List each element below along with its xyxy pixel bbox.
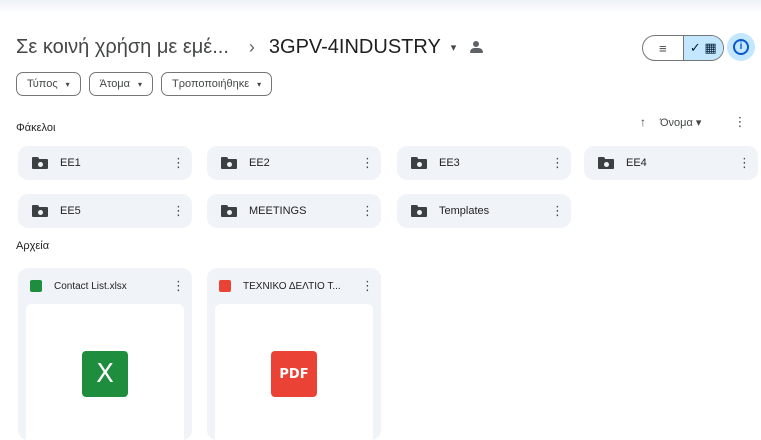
- file-card[interactable]: ΤΕΧΝΙΚΟ ΔΕΛΤΙΟ Τ... ⋮ PDF: [207, 268, 381, 440]
- shared-folder-icon: [411, 205, 427, 217]
- folder-item[interactable]: ΕΕ3 ⋮: [397, 146, 571, 180]
- grid-icon: ✓ ▦: [689, 40, 717, 55]
- details-button[interactable]: i: [727, 33, 755, 61]
- breadcrumb-current-folder[interactable]: 3GPV-4INDUSTRY ▾: [269, 36, 456, 59]
- spreadsheet-icon: [30, 280, 42, 292]
- grid-view-button[interactable]: ✓ ▦: [682, 36, 723, 60]
- chevron-down-icon: ▾: [695, 116, 702, 129]
- folder-name: MEETINGS: [249, 205, 307, 217]
- chip-label: Τύπος: [27, 78, 58, 90]
- files-section-label: Αρχεία: [16, 240, 50, 252]
- more-actions-icon[interactable]: ⋮: [172, 155, 185, 171]
- filter-people-chip[interactable]: Άτομα ▾: [88, 72, 154, 96]
- file-thumbnail: PDF: [215, 304, 373, 440]
- shared-folder-icon: [411, 157, 427, 169]
- info-icon: i: [733, 39, 749, 55]
- breadcrumb-separator: ›: [248, 36, 255, 57]
- more-actions-icon[interactable]: ⋮: [551, 203, 564, 219]
- shared-people-icon: [470, 41, 484, 53]
- more-actions-icon[interactable]: ⋮: [172, 278, 185, 294]
- folder-name: ΕΕ3: [439, 157, 460, 169]
- view-toggle: ≡ ✓ ▦: [642, 35, 724, 61]
- pdf-icon: [219, 280, 231, 292]
- file-card-header: ΤΕΧΝΙΚΟ ΔΕΛΤΙΟ Τ... ⋮: [207, 268, 381, 304]
- file-card[interactable]: Contact List.xlsx ⋮ X: [18, 268, 192, 440]
- breadcrumb-parent[interactable]: Σε κοινή χρήση με εμέ...: [16, 36, 229, 59]
- filter-modified-chip[interactable]: Τροποποιήθηκε ▾: [161, 72, 273, 96]
- chip-label: Τροποποιήθηκε: [172, 78, 250, 90]
- file-card-header: Contact List.xlsx ⋮: [18, 268, 192, 304]
- folder-name: ΕΕ4: [626, 157, 647, 169]
- pdf-large-icon: PDF: [271, 351, 317, 397]
- sort-direction-icon[interactable]: ↑: [640, 115, 646, 129]
- more-actions-icon[interactable]: ⋮: [551, 155, 564, 171]
- folder-item[interactable]: ΕΕ1 ⋮: [18, 146, 192, 180]
- list-icon: ≡: [658, 40, 667, 56]
- sort-controls: ↑ Όνομα ▾ ⋮: [640, 114, 746, 130]
- folder-name: Templates: [439, 205, 490, 217]
- folder-name: ΕΕ5: [60, 205, 81, 217]
- folder-item[interactable]: MEETINGS ⋮: [207, 194, 381, 228]
- folder-item[interactable]: ΕΕ2 ⋮: [207, 146, 381, 180]
- folder-name: ΕΕ2: [249, 157, 270, 169]
- more-actions-icon[interactable]: ⋮: [361, 155, 374, 171]
- shared-folder-icon: [598, 157, 614, 169]
- filter-chips: Τύπος ▾ Άτομα ▾ Τροποποιήθηκε ▾: [16, 72, 273, 96]
- more-actions-icon[interactable]: ⋮: [361, 278, 374, 294]
- more-options-icon[interactable]: ⋮: [733, 114, 746, 130]
- filter-type-chip[interactable]: Τύπος ▾: [16, 72, 81, 96]
- more-actions-icon[interactable]: ⋮: [172, 203, 185, 219]
- top-bar-fade: [0, 0, 761, 14]
- chevron-down-icon: ▾: [450, 41, 457, 54]
- chip-label: Άτομα: [99, 78, 131, 90]
- chevron-down-icon: ▾: [65, 79, 70, 89]
- list-view-button[interactable]: ≡: [643, 36, 683, 60]
- shared-folder-icon: [32, 205, 48, 217]
- folders-section-label: Φάκελοι: [16, 122, 56, 134]
- shared-folder-icon: [221, 205, 237, 217]
- file-thumbnail: X: [26, 304, 184, 440]
- current-folder-title: 3GPV-4INDUSTRY: [268, 35, 441, 58]
- folder-item[interactable]: ΕΕ4 ⋮: [584, 146, 758, 180]
- excel-icon: X: [82, 351, 128, 397]
- more-actions-icon[interactable]: ⋮: [361, 203, 374, 219]
- folder-item[interactable]: ΕΕ5 ⋮: [18, 194, 192, 228]
- chevron-down-icon: ▾: [138, 79, 143, 89]
- more-actions-icon[interactable]: ⋮: [738, 155, 751, 171]
- shared-folder-icon: [32, 157, 48, 169]
- sort-by-button[interactable]: Όνομα ▾: [660, 116, 701, 129]
- file-name: ΤΕΧΝΙΚΟ ΔΕΛΤΙΟ Τ...: [243, 280, 341, 292]
- folder-item[interactable]: Templates ⋮: [397, 194, 571, 228]
- chevron-down-icon: ▾: [257, 79, 262, 89]
- folder-name: ΕΕ1: [60, 157, 81, 169]
- shared-folder-icon: [221, 157, 237, 169]
- sort-label: Όνομα: [660, 116, 693, 129]
- file-name: Contact List.xlsx: [54, 280, 127, 292]
